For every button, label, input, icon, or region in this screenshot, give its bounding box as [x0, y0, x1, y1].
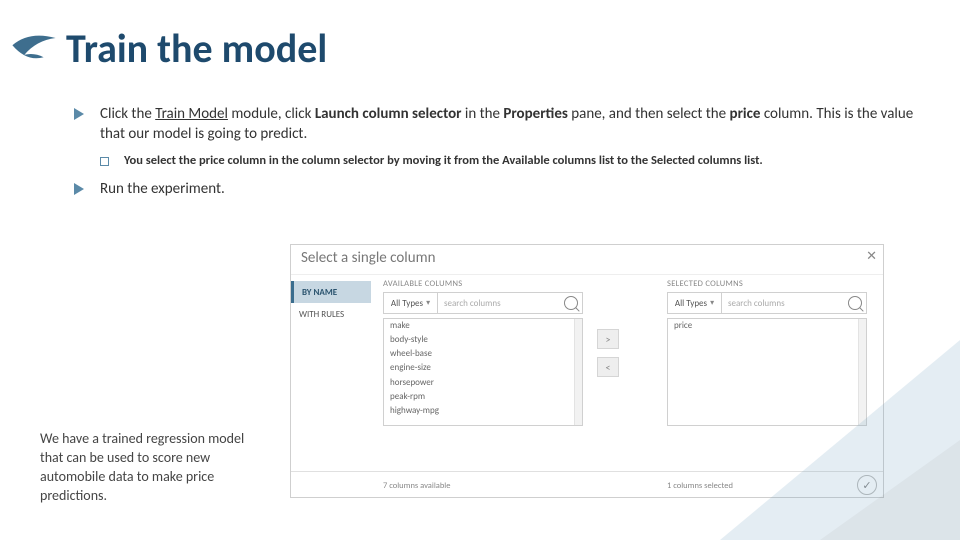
slide-logo-icon [10, 26, 58, 74]
result-caption: We have a trained regression model that … [40, 430, 260, 506]
close-icon[interactable]: ✕ [866, 249, 877, 264]
tab-by-name[interactable]: BY NAME [291, 281, 371, 303]
sub-bullet-price: You select the price column in the colum… [100, 153, 920, 170]
column-selector-dialog: Select a single column ✕ BY NAME WITH RU… [290, 244, 884, 498]
search-icon [564, 296, 578, 310]
selected-listbox[interactable]: price [667, 318, 867, 426]
available-footer: 7 columns available [383, 481, 451, 491]
slide-content: Click the Train Model module, click Laun… [74, 104, 920, 210]
selected-label: SELECTED COLUMNS [667, 279, 867, 289]
scrollbar[interactable] [858, 319, 866, 425]
list-item[interactable]: engine-size [384, 361, 582, 375]
list-item[interactable]: price [668, 319, 866, 333]
selected-footer: 1 columns selected [667, 481, 733, 491]
list-item[interactable]: peak-rpm [384, 390, 582, 404]
mode-sidebar: BY NAME WITH RULES [291, 275, 371, 325]
selected-columns-pane: SELECTED COLUMNS All Types search column… [667, 279, 867, 426]
bullet-run-experiment: Run the experiment. [74, 179, 920, 199]
available-label: AVAILABLE COLUMNS [383, 279, 583, 289]
bullet-train-model: Click the Train Model module, click Laun… [74, 104, 920, 169]
available-columns-pane: AVAILABLE COLUMNS All Types search colum… [383, 279, 583, 426]
list-item[interactable]: wheel-base [384, 347, 582, 361]
available-search-input[interactable]: search columns [438, 293, 582, 313]
list-item[interactable]: horsepower [384, 376, 582, 390]
available-listbox[interactable]: make body-style wheel-base engine-size h… [383, 318, 583, 426]
move-right-button[interactable]: > [597, 329, 619, 349]
list-item[interactable]: body-style [384, 333, 582, 347]
dialog-title: Select a single column [301, 249, 435, 267]
confirm-button[interactable]: ✓ [857, 475, 877, 495]
list-item[interactable]: make [384, 319, 582, 333]
move-left-button[interactable]: < [597, 357, 619, 377]
search-icon [848, 296, 862, 310]
scrollbar[interactable] [574, 319, 582, 425]
available-type-dropdown[interactable]: All Types [384, 293, 438, 313]
selected-type-dropdown[interactable]: All Types [668, 293, 722, 313]
tab-with-rules[interactable]: WITH RULES [291, 303, 371, 325]
list-item[interactable]: highway-mpg [384, 404, 582, 418]
link-train-model: Train Model [155, 105, 228, 123]
selected-search-input[interactable]: search columns [722, 293, 866, 313]
slide-title: Train the model [66, 24, 327, 73]
